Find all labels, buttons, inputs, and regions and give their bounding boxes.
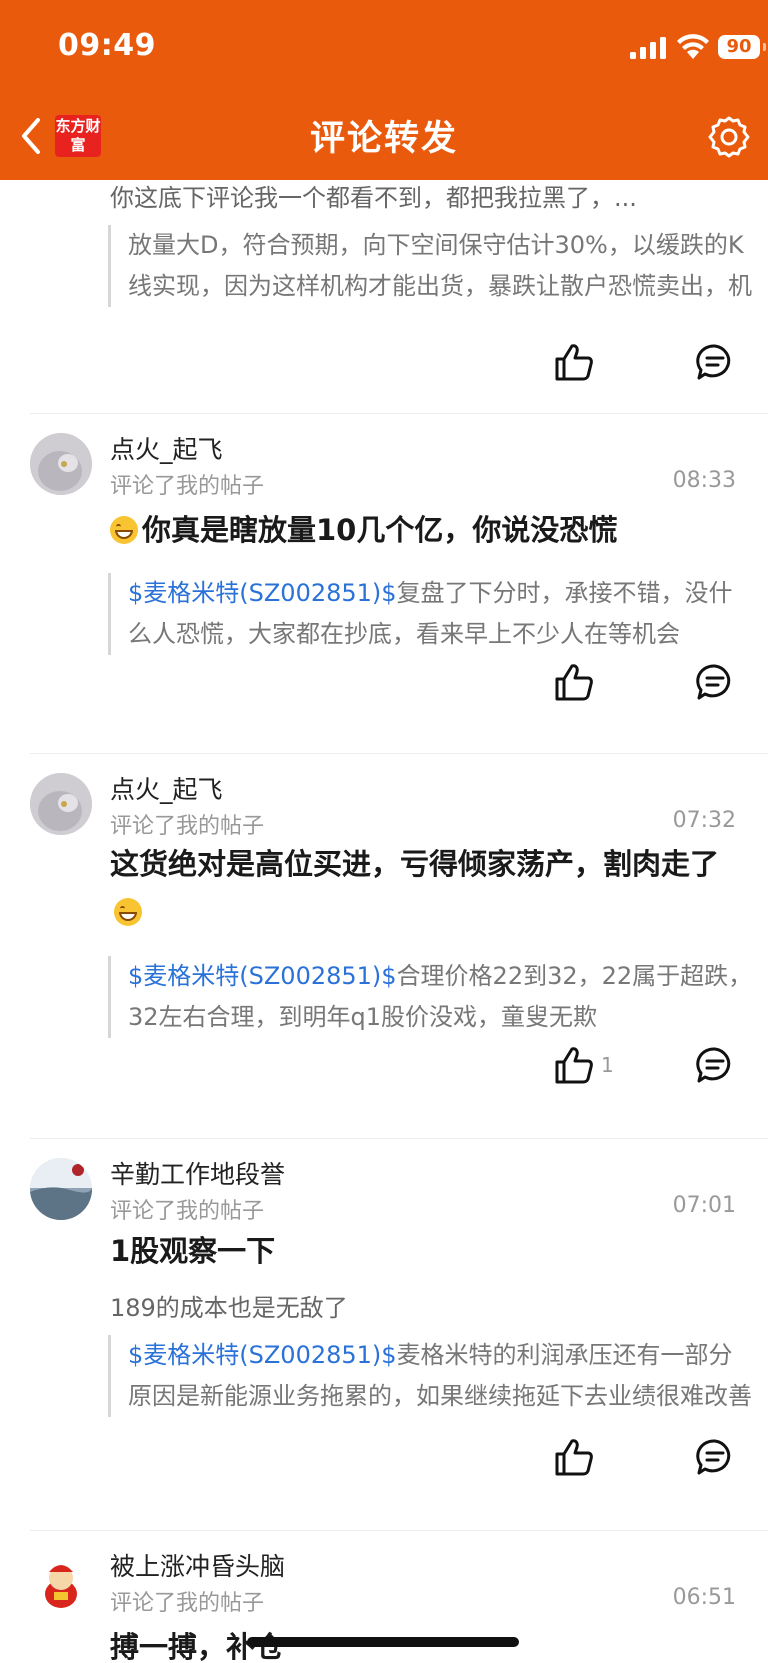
grin-emoji-icon [110,516,138,544]
like-count: 1 [601,1053,614,1077]
gear-icon[interactable] [707,115,751,159]
divider [30,413,768,414]
username[interactable]: 点火_起飞 [110,430,223,466]
like-icon[interactable] [554,1046,594,1084]
battery-tip [763,43,766,51]
comment-text: 这货绝对是高位买进，亏得倾家荡产，割肉走了 [110,840,730,936]
like-icon[interactable] [554,663,594,701]
grin-emoji-icon [114,898,142,926]
divider [30,753,768,754]
action-text: 评论了我的帖子 [110,814,265,839]
avatar-image [30,773,92,835]
like-icon[interactable] [554,343,594,381]
username[interactable]: 点火_起飞 [110,770,223,806]
stock-link[interactable]: $麦格米特(SZ002851)$ [128,962,397,990]
stock-link[interactable]: $麦格米特(SZ002851)$ [128,1341,397,1369]
like-icon[interactable] [554,1438,594,1476]
avatar-image [30,1550,92,1612]
quoted-post[interactable]: $麦格米特(SZ002851)$复盘了下分时，承接不错，没什么人恐慌，大家都在抄… [108,573,754,655]
stock-link[interactable]: $麦格米特(SZ002851)$ [128,579,397,607]
comment-icon[interactable] [696,1046,734,1084]
avatar[interactable] [30,773,92,835]
comment-icon[interactable] [696,343,734,381]
comment-feed[interactable]: 你这底下评论我一个都看不到，都把我拉黑了，... 放量大D，符合预期，向下空间保… [0,180,768,1663]
username[interactable]: 辛勤工作地段誉 [110,1155,285,1191]
reply-text: 189的成本也是无敌了 [110,1294,348,1322]
quoted-post[interactable]: 放量大D，符合预期，向下空间保守估计30%，以缓跌的K线实现，因为这样机构才能出… [108,225,754,307]
divider [30,1138,768,1139]
signal-icon [630,37,666,59]
quote-text: 放量大D，符合预期，向下空间保守估计30%，以缓跌的K线实现，因为这样机构才能出… [128,231,752,300]
divider [30,1530,768,1531]
timestamp: 07:32 [672,808,736,833]
quoted-post[interactable]: $麦格米特(SZ002851)$合理价格22到32，22属于超跌，32左右合理，… [108,956,754,1038]
timestamp: 08:33 [672,468,736,493]
comment-icon[interactable] [696,663,734,701]
battery-icon: 90 [718,35,760,59]
page-title: 评论转发 [309,119,458,159]
status-time: 09:49 [58,28,156,63]
comment-icon[interactable] [696,1438,734,1476]
wifi-icon [677,34,709,59]
battery-level: 90 [726,36,752,57]
avatar[interactable] [30,433,92,495]
quoted-post[interactable]: $麦格米特(SZ002851)$麦格米特的利润承压还有一部分原因是新能源业务拖累… [108,1335,754,1417]
action-text: 评论了我的帖子 [110,1199,265,1224]
comment-text: 1股观察一下 [110,1234,276,1268]
action-text: 评论了我的帖子 [110,474,265,499]
avatar-image [30,433,92,495]
username[interactable]: 被上涨冲昏头脑 [110,1547,285,1583]
timestamp: 06:51 [672,1585,736,1610]
avatar[interactable] [30,1550,92,1612]
avatar[interactable] [30,1158,92,1220]
reply-text: 你这底下评论我一个都看不到，都把我拉黑了，... [110,184,637,212]
top-bar: 09:49 90 东方财富 评论转发 [0,0,768,180]
avatar-image [30,1158,92,1220]
timestamp: 07:01 [672,1193,736,1218]
home-indicator [247,1637,519,1647]
comment-text: 你真是瞎放量10几个亿，你说没恐慌 [110,506,730,554]
action-text: 评论了我的帖子 [110,1591,265,1616]
